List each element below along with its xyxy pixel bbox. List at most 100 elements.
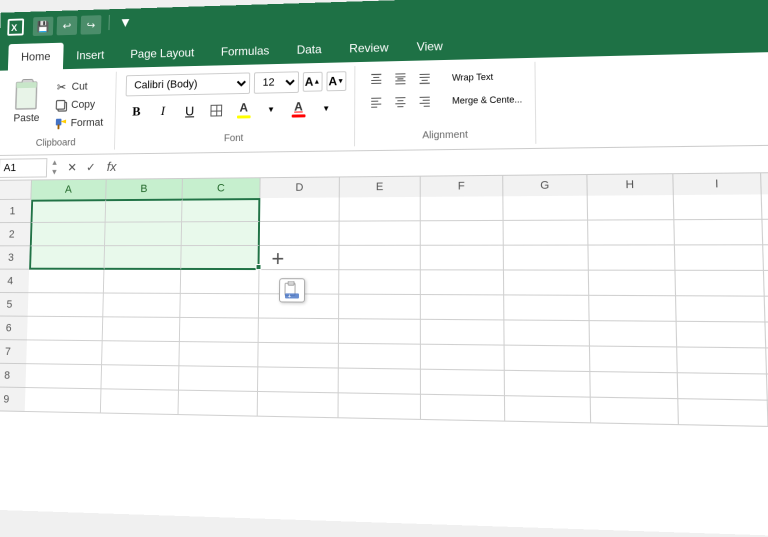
cell-I3[interactable] — [675, 245, 764, 271]
align-center-button[interactable] — [389, 92, 411, 112]
tab-insert[interactable]: Insert — [63, 41, 118, 69]
cell-E4[interactable] — [339, 270, 421, 295]
cell-H4[interactable] — [589, 271, 676, 297]
cell-J2[interactable] — [763, 220, 768, 246]
cell-J1[interactable] — [762, 194, 768, 220]
align-middle-button[interactable] — [389, 69, 411, 89]
copy-button[interactable]: Copy — [51, 96, 108, 114]
cell-F1[interactable] — [421, 196, 504, 221]
customize-arrow[interactable]: ▼ — [119, 14, 132, 33]
col-header-E[interactable]: E — [340, 177, 421, 198]
col-header-H[interactable]: H — [587, 174, 673, 195]
confirm-formula-button[interactable]: ✓ — [82, 158, 99, 176]
col-header-G[interactable]: G — [503, 175, 588, 196]
cell-H1[interactable] — [588, 195, 675, 221]
tab-page-layout[interactable]: Page Layout — [117, 39, 208, 68]
col-header-D[interactable]: D — [260, 177, 340, 198]
col-header-B[interactable]: B — [106, 179, 183, 199]
tab-view[interactable]: View — [403, 32, 458, 61]
cell-B2[interactable] — [105, 222, 182, 246]
bold-button[interactable]: B — [125, 100, 148, 124]
formula-input[interactable] — [120, 151, 768, 173]
align-right-button[interactable] — [413, 91, 435, 111]
cell-J3[interactable] — [763, 245, 768, 271]
cell-G2[interactable] — [504, 221, 589, 246]
cell-B1[interactable] — [106, 199, 183, 223]
col-header-I[interactable]: I — [673, 173, 761, 195]
arrow-down-icon: ▼ — [51, 167, 59, 177]
align-top-button[interactable] — [365, 69, 387, 89]
wrap-text-button[interactable]: Wrap Text — [448, 67, 498, 88]
col-header-F[interactable]: F — [421, 176, 504, 197]
cell-A3[interactable] — [29, 246, 105, 270]
row-header-5[interactable]: 5 — [0, 293, 28, 317]
merge-center-button[interactable]: Merge & Cente... — [448, 89, 527, 111]
cut-button[interactable]: ✂ Cut — [51, 78, 108, 96]
cell-I4[interactable] — [676, 271, 765, 297]
border-button[interactable] — [205, 98, 229, 122]
cell-D3[interactable] — [259, 246, 339, 270]
row-header-4[interactable]: 4 — [0, 270, 29, 294]
cell-H3[interactable] — [588, 245, 675, 270]
format-painter-button[interactable]: Format — [50, 114, 107, 132]
cell-G1[interactable] — [503, 196, 588, 221]
cell-E1[interactable] — [340, 197, 421, 222]
tab-home[interactable]: Home — [8, 43, 64, 71]
col-header-A[interactable]: A — [31, 180, 106, 200]
font-family-select[interactable]: Calibri (Body) — [125, 72, 250, 96]
cell-A5[interactable] — [28, 293, 104, 317]
cell-E2[interactable] — [339, 221, 420, 246]
cell-H2[interactable] — [588, 220, 675, 245]
col-header-J[interactable]: J — [761, 173, 768, 195]
name-box[interactable]: A1 — [0, 158, 47, 178]
font-color-button[interactable]: A — [287, 97, 311, 121]
paste-button[interactable]: Paste — [6, 75, 48, 126]
tab-data[interactable]: Data — [283, 35, 336, 64]
align-left-button[interactable] — [365, 92, 387, 112]
underline-button[interactable]: U — [178, 99, 201, 123]
cell-G3[interactable] — [504, 246, 589, 271]
row-header-2[interactable]: 2 — [0, 223, 31, 246]
row-header-8[interactable]: 8 — [0, 364, 26, 388]
cell-B4[interactable] — [104, 270, 181, 294]
row-header-1[interactable]: 1 — [0, 200, 31, 223]
italic-button[interactable]: I — [151, 99, 174, 123]
cell-A1[interactable] — [31, 199, 107, 223]
cell-I2[interactable] — [674, 220, 763, 246]
cell-A4[interactable] — [28, 270, 104, 294]
cell-E3[interactable] — [339, 246, 420, 271]
cell-F2[interactable] — [421, 221, 504, 246]
cancel-formula-button[interactable]: ✕ — [64, 158, 81, 176]
col-header-C[interactable]: C — [182, 178, 260, 198]
row-header-9[interactable]: 9 — [0, 387, 25, 412]
paste-options-icon[interactable]: + — [279, 278, 305, 302]
cell-A2[interactable] — [30, 223, 106, 247]
fill-color-button[interactable]: A — [232, 98, 256, 122]
cell-F3[interactable] — [421, 246, 504, 271]
cell-G4[interactable] — [504, 270, 589, 295]
cell-D2[interactable] — [260, 222, 340, 246]
undo-button[interactable]: ↩ — [57, 16, 78, 35]
fill-color-dropdown[interactable]: ▼ — [259, 97, 283, 121]
tab-formulas[interactable]: Formulas — [207, 37, 283, 66]
cell-B3[interactable] — [104, 246, 181, 270]
decrease-font-size-button[interactable]: A▼ — [326, 71, 346, 91]
row-header-7[interactable]: 7 — [0, 340, 27, 364]
row-header-6[interactable]: 6 — [0, 316, 28, 340]
row-header-3[interactable]: 3 — [0, 246, 30, 269]
redo-button[interactable]: ↪ — [81, 15, 102, 34]
cell-C3[interactable] — [181, 246, 260, 270]
cell-J4[interactable] — [764, 271, 768, 297]
align-bottom-button[interactable] — [413, 68, 435, 88]
increase-font-size-button[interactable]: A▲ — [303, 72, 323, 92]
font-color-dropdown[interactable]: ▼ — [314, 96, 338, 120]
font-size-select[interactable]: 12 — [254, 71, 299, 93]
cell-I1[interactable] — [674, 194, 763, 220]
cell-C4[interactable] — [181, 270, 260, 294]
tab-review[interactable]: Review — [335, 33, 402, 62]
save-button[interactable]: 💾 — [33, 17, 54, 36]
cell-F4[interactable] — [421, 270, 504, 295]
cell-D1[interactable] — [260, 197, 340, 221]
cell-C1[interactable] — [182, 198, 260, 222]
cell-C2[interactable] — [182, 222, 260, 246]
